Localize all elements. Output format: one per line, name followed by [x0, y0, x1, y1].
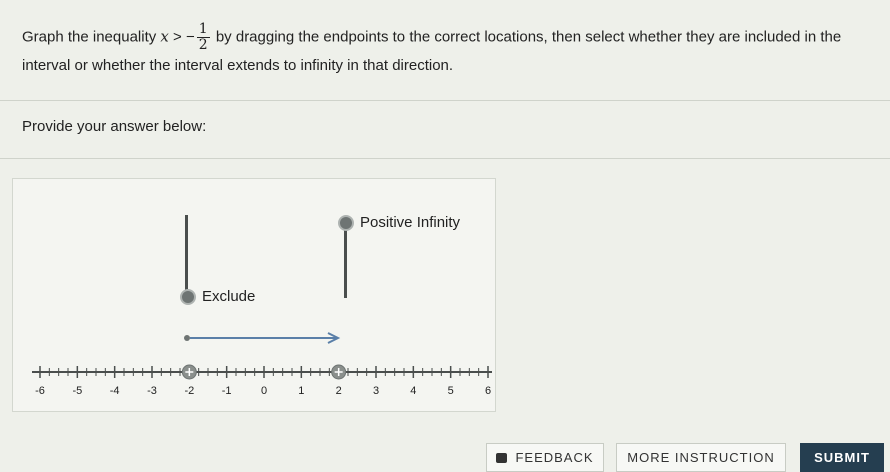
tick-label: 0	[261, 385, 267, 397]
provide-answer-label: Provide your answer below:	[22, 118, 207, 135]
tick-label: -1	[222, 385, 232, 397]
tick-label: 4	[410, 385, 416, 397]
number-line[interactable]: -6 -5 -4 -3 -2 -1 0 1 2 3 4 5 6	[22, 360, 492, 400]
feedback-icon	[496, 452, 508, 463]
tick-label: 1	[298, 385, 304, 397]
tick-label: 3	[373, 385, 379, 397]
feedback-label: FEEDBACK	[515, 450, 594, 465]
prompt-text-before: Graph the inequality	[22, 28, 161, 46]
positive-infinity-tool[interactable]: Positive Infinity	[338, 214, 460, 231]
exclude-dot-icon	[180, 288, 196, 305]
tick-label: -5	[72, 385, 82, 397]
infinity-dot-icon	[338, 214, 354, 231]
more-instruction-button[interactable]: MORE INSTRUCTION	[616, 443, 786, 472]
question-prompt: Graph the inequality x > −1 2 by dragging…	[22, 22, 882, 79]
tick-label: 2	[336, 385, 342, 397]
fraction-numerator: 1	[196, 21, 210, 38]
tick-label: -4	[110, 385, 120, 397]
tick-label: -3	[147, 385, 157, 397]
arrow-start-dot-icon	[184, 335, 190, 341]
math-fraction: 12	[196, 21, 210, 53]
section-divider	[0, 100, 890, 101]
math-variable: x	[160, 27, 169, 46]
infinity-tool-stem	[344, 228, 347, 298]
tick-label: -6	[35, 385, 45, 397]
tick-label: 6	[485, 385, 491, 397]
positive-infinity-label: Positive Infinity	[360, 214, 461, 231]
exclude-tool[interactable]: Exclude	[180, 288, 255, 305]
interval-arrow-tool[interactable]	[182, 332, 344, 344]
section-divider	[0, 158, 890, 159]
feedback-button[interactable]: FEEDBACK	[486, 443, 604, 472]
tick-label: -2	[184, 385, 194, 397]
math-operator: > −	[168, 28, 195, 46]
submit-label: SUBMIT	[814, 450, 870, 465]
more-instruction-label: MORE INSTRUCTION	[627, 450, 775, 465]
exclude-label: Exclude	[202, 288, 256, 305]
fraction-denominator: 2	[198, 37, 208, 53]
exclude-tool-stem	[185, 215, 188, 295]
submit-button[interactable]: SUBMIT	[800, 443, 884, 472]
tick-label: 5	[448, 385, 454, 397]
